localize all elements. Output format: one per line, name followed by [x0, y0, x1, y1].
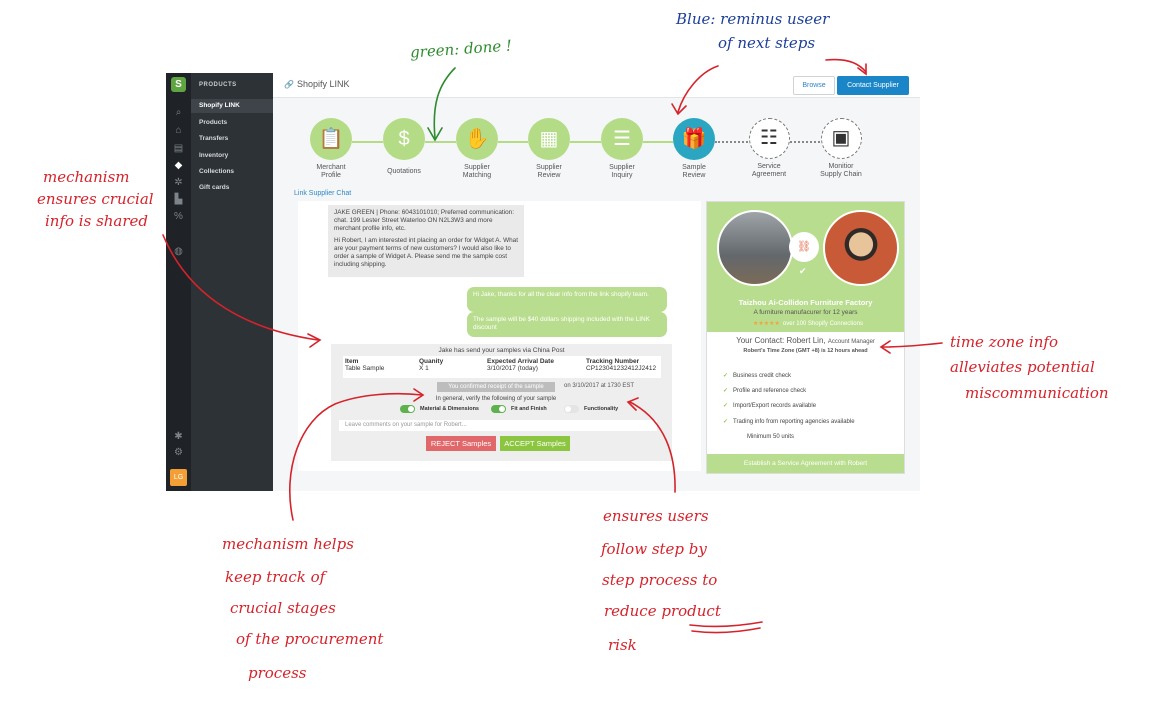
- annotation-arrows: [162, 58, 943, 634]
- annotation-blue-2: of next steps: [718, 34, 816, 52]
- annotation-right-3: miscommunication: [965, 384, 1109, 402]
- annotation-right-1: time zone info: [950, 333, 1058, 351]
- underline: [689, 621, 763, 628]
- timezone-arrow: [881, 342, 943, 348]
- annotation-bm-2: follow step by: [601, 540, 707, 558]
- green-arrow: [433, 67, 456, 139]
- annotation-bl-4: of the procurement: [236, 630, 384, 648]
- annotation-bl-3: crucial stages: [230, 599, 336, 617]
- annotation-blue-1: Blue: reminus useer: [676, 10, 830, 28]
- verify-arrow: [629, 401, 676, 493]
- annotation-bl-1: mechanism helps: [222, 535, 354, 553]
- annotation-left-2: ensures crucial: [37, 190, 154, 208]
- chat-arrow: [162, 234, 319, 341]
- steps-arrow: [289, 392, 423, 521]
- annotation-right-2: alleviates potential: [950, 358, 1095, 376]
- annotation-bm-3: step process to: [602, 571, 718, 589]
- annotation-bm-4: reduce product: [604, 602, 721, 620]
- annotation-left-1: mechanism: [43, 168, 130, 186]
- annotation-bm-1: ensures users: [603, 507, 709, 525]
- annotation-bl-2: keep track of: [225, 568, 326, 586]
- blue-note-arrow: [677, 65, 719, 113]
- annotation-left-3: info is shared: [45, 212, 149, 230]
- annotation-bm-5: risk: [608, 636, 637, 654]
- annotation-bl-5: process: [248, 664, 307, 682]
